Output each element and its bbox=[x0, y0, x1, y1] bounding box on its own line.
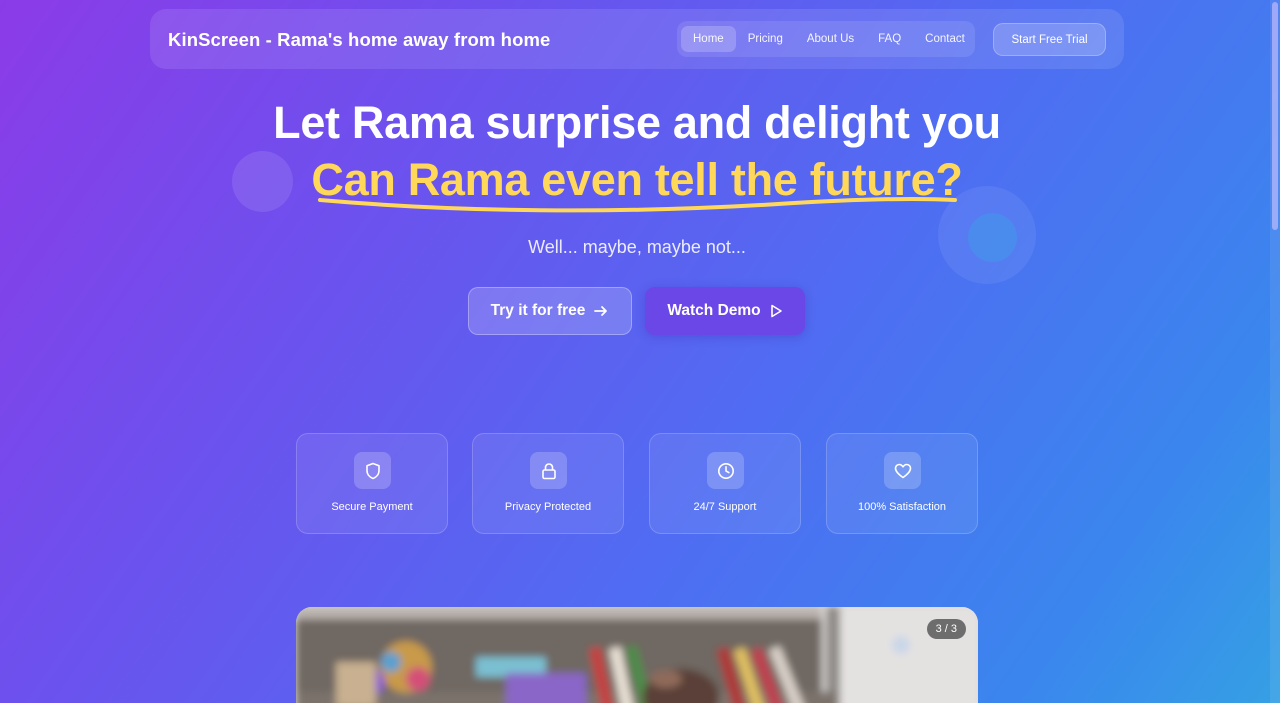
feature-card-secure-payment: Secure Payment bbox=[296, 433, 448, 534]
feature-icon-box bbox=[884, 452, 921, 489]
nav-link-pricing[interactable]: Pricing bbox=[736, 26, 795, 52]
arrow-right-icon bbox=[594, 306, 608, 316]
hero-title: Let Rama surprise and delight you bbox=[273, 97, 1001, 148]
feature-icon-box bbox=[354, 452, 391, 489]
heart-icon bbox=[894, 463, 911, 478]
nav-link-about-us[interactable]: About Us bbox=[795, 26, 866, 52]
feature-icon-box bbox=[707, 452, 744, 489]
play-icon bbox=[770, 304, 782, 318]
feature-card-privacy-protected: Privacy Protected bbox=[472, 433, 624, 534]
hero-tagline: Well... maybe, maybe not... bbox=[528, 237, 746, 257]
nav-link-contact[interactable]: Contact bbox=[913, 26, 977, 52]
navbar: KinScreen - Rama's home away from home H… bbox=[150, 9, 1124, 69]
nav-link-home[interactable]: Home bbox=[681, 26, 736, 52]
nav-links: Home Pricing About Us FAQ Contact bbox=[677, 21, 975, 57]
feature-card-support: 24/7 Support bbox=[649, 433, 801, 534]
shield-icon bbox=[365, 462, 380, 479]
nav-link-faq[interactable]: FAQ bbox=[866, 26, 913, 52]
subtitle-underline bbox=[318, 197, 957, 213]
clock-icon bbox=[717, 462, 734, 479]
image-carousel[interactable]: 3 / 3 bbox=[296, 607, 978, 703]
start-free-trial-button[interactable]: Start Free Trial bbox=[993, 23, 1106, 56]
feature-label: Privacy Protected bbox=[504, 501, 592, 513]
try-for-free-label: Try it for free bbox=[490, 302, 586, 319]
slide-counter: 3 / 3 bbox=[926, 619, 966, 639]
carousel-photo bbox=[296, 607, 978, 703]
feature-card-satisfaction: 100% Satisfaction bbox=[826, 433, 978, 534]
feature-label: 100% Satisfaction bbox=[857, 501, 947, 513]
feature-label: Secure Payment bbox=[331, 501, 413, 513]
lock-icon bbox=[541, 462, 556, 479]
watch-demo-button[interactable]: Watch Demo bbox=[645, 287, 805, 335]
watch-demo-label: Watch Demo bbox=[667, 302, 761, 319]
feature-label: 24/7 Support bbox=[693, 501, 757, 513]
try-for-free-button[interactable]: Try it for free bbox=[468, 287, 632, 335]
feature-icon-box bbox=[530, 452, 567, 489]
brand-logo-text[interactable]: KinScreen - Rama's home away from home bbox=[168, 29, 550, 51]
